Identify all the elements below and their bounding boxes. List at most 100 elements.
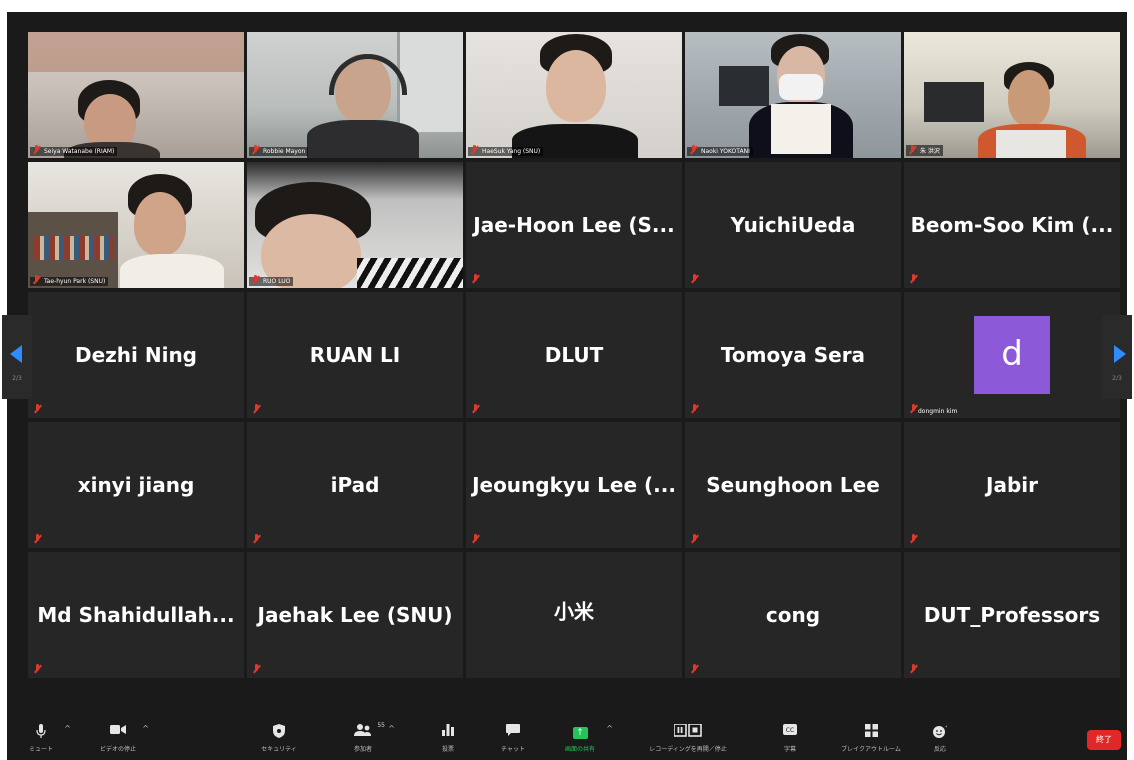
participant-tile[interactable]: Jaehak Lee (SNU) bbox=[247, 552, 463, 678]
participant-name-label: 朱 洪沢 bbox=[906, 145, 943, 156]
gallery-grid: Seiya Watanabe (RIAM) Robbie Mayon HaeSu… bbox=[28, 32, 1120, 678]
chevron-up-icon[interactable]: ^ bbox=[142, 724, 149, 733]
share-screen-button[interactable]: ↑ ^ 画面の共有 bbox=[555, 724, 613, 753]
muted-mic-icon bbox=[908, 145, 917, 155]
muted-mic-icon bbox=[690, 534, 699, 544]
participant-name: Jaehak Lee (SNU) bbox=[257, 603, 453, 627]
participant-name: Seunghoon Lee bbox=[706, 473, 880, 497]
muted-mic-icon bbox=[33, 404, 42, 414]
participant-tile[interactable]: Robbie Mayon bbox=[247, 32, 463, 158]
captions-button[interactable]: CC 字幕 bbox=[775, 724, 805, 753]
participant-tile[interactable]: Jeoungkyu Lee (... bbox=[466, 422, 682, 548]
participant-name: Md Shahidullah... bbox=[37, 603, 235, 627]
grid-icon bbox=[831, 724, 911, 740]
participant-name-label: Seiya Watanabe (RIAM) bbox=[30, 145, 118, 156]
polls-button[interactable]: 投票 bbox=[433, 724, 463, 753]
participant-name: 小米 bbox=[554, 599, 594, 624]
stop-video-button[interactable]: ^ ビデオの停止 bbox=[91, 724, 149, 753]
participant-name: Tomoya Sera bbox=[720, 343, 866, 367]
participant-tile[interactable]: HaeSuk Yang (SNU) bbox=[466, 32, 682, 158]
video-feed bbox=[28, 162, 244, 288]
page-indicator: 2/3 bbox=[1112, 375, 1122, 382]
end-meeting-button[interactable]: 終了 bbox=[1087, 730, 1121, 750]
participant-name: Jeoungkyu Lee (... bbox=[472, 473, 676, 497]
participant-tile[interactable]: Md Shahidullah... bbox=[28, 552, 244, 678]
muted-mic-icon bbox=[909, 274, 918, 284]
zoom-meeting-window: Seiya Watanabe (RIAM) Robbie Mayon HaeSu… bbox=[2, 12, 1132, 760]
participant-tile[interactable]: RUAN LI bbox=[247, 292, 463, 418]
participant-tile[interactable]: Seiya Watanabe (RIAM) bbox=[28, 32, 244, 158]
participant-name: Dezhi Ning bbox=[74, 343, 197, 367]
shield-icon bbox=[259, 724, 299, 740]
page-indicator: 2/3 bbox=[12, 375, 22, 382]
muted-mic-icon bbox=[471, 534, 480, 544]
previous-page-button[interactable]: 2/3 bbox=[2, 315, 32, 399]
participant-tile[interactable]: cong bbox=[685, 552, 901, 678]
participant-tile[interactable]: d dongmin kim bbox=[904, 292, 1120, 418]
chevron-left-icon bbox=[10, 345, 22, 363]
participant-tile[interactable]: Jabir bbox=[904, 422, 1120, 548]
participant-tile[interactable]: YuichiUeda bbox=[685, 162, 901, 288]
participant-name: YuichiUeda bbox=[730, 213, 856, 237]
mute-button[interactable]: ^ ミュート bbox=[21, 724, 71, 753]
video-feed bbox=[685, 32, 901, 158]
participant-name: DUT_Professors bbox=[923, 603, 1101, 627]
participant-tile[interactable]: DUT_Professors bbox=[904, 552, 1120, 678]
participant-tile[interactable]: Jae-Hoon Lee (S... bbox=[466, 162, 682, 288]
muted-mic-icon bbox=[471, 404, 480, 414]
security-button[interactable]: セキュリティ bbox=[259, 724, 299, 753]
participant-tile[interactable]: DLUT bbox=[466, 292, 682, 418]
participant-tile[interactable]: Tae-hyun Park (SNU) bbox=[28, 162, 244, 288]
next-page-button[interactable]: 2/3 bbox=[1102, 315, 1132, 399]
closed-caption-icon: CC bbox=[775, 724, 805, 740]
participant-name-label: HaeSuk Yang (SNU) bbox=[468, 145, 544, 156]
muted-mic-icon bbox=[33, 664, 42, 674]
participant-tile[interactable]: Naoki YOKOTANI bbox=[685, 32, 901, 158]
chevron-right-icon bbox=[1114, 345, 1126, 363]
video-feed bbox=[247, 162, 463, 288]
participant-tile[interactable]: iPad bbox=[247, 422, 463, 548]
participant-tile[interactable]: xinyi jiang bbox=[28, 422, 244, 548]
participant-tile[interactable]: RUO LUO bbox=[247, 162, 463, 288]
chevron-up-icon[interactable]: ^ bbox=[64, 724, 71, 733]
participant-tile[interactable]: 小米 bbox=[466, 552, 682, 678]
smiley-plus-icon: + bbox=[925, 724, 955, 740]
chevron-up-icon[interactable]: ^ bbox=[606, 724, 613, 733]
record-button[interactable]: レコーディングを再開／停止 bbox=[633, 723, 743, 753]
participant-tile[interactable]: Dezhi Ning bbox=[28, 292, 244, 418]
video-camera-icon bbox=[91, 724, 145, 740]
muted-mic-icon bbox=[909, 664, 918, 674]
muted-mic-icon bbox=[690, 274, 699, 284]
video-feed bbox=[28, 32, 244, 158]
svg-text:CC: CC bbox=[786, 727, 794, 734]
chat-button[interactable]: チャット bbox=[493, 724, 533, 753]
participant-name-label: Robbie Mayon bbox=[249, 145, 309, 156]
svg-text:+: + bbox=[945, 724, 947, 730]
video-feed bbox=[247, 32, 463, 158]
participant-name: iPad bbox=[330, 473, 380, 497]
participant-name: RUAN LI bbox=[309, 343, 401, 367]
participant-name: cong bbox=[765, 603, 821, 627]
participant-name-label: Tae-hyun Park (SNU) bbox=[30, 275, 109, 286]
participant-tile[interactable]: Beom-Soo Kim (... bbox=[904, 162, 1120, 288]
pause-stop-icon bbox=[633, 723, 743, 740]
muted-mic-icon bbox=[471, 274, 480, 284]
muted-mic-icon bbox=[470, 145, 479, 155]
chat-bubble-icon bbox=[493, 724, 533, 740]
participant-name-label: dongmin kim bbox=[918, 408, 958, 415]
breakout-rooms-button[interactable]: ブレイクアウトルーム bbox=[831, 724, 911, 753]
muted-mic-icon bbox=[690, 664, 699, 674]
participant-name: DLUT bbox=[544, 343, 604, 367]
muted-mic-icon bbox=[252, 664, 261, 674]
participant-name-label: Naoki YOKOTANI bbox=[687, 145, 753, 156]
participant-tile[interactable]: Tomoya Sera bbox=[685, 292, 901, 418]
participant-tile[interactable]: Seunghoon Lee bbox=[685, 422, 901, 548]
participants-button[interactable]: 55 ^ 参加者 bbox=[343, 722, 395, 753]
participant-name-label: RUO LUO bbox=[249, 275, 294, 286]
avatar: d bbox=[974, 316, 1050, 394]
reactions-button[interactable]: + 反応 bbox=[925, 724, 955, 753]
microphone-icon bbox=[21, 724, 61, 740]
chevron-up-icon[interactable]: ^ bbox=[388, 724, 395, 733]
muted-mic-icon bbox=[252, 534, 261, 544]
participant-tile[interactable]: 朱 洪沢 bbox=[904, 32, 1120, 158]
